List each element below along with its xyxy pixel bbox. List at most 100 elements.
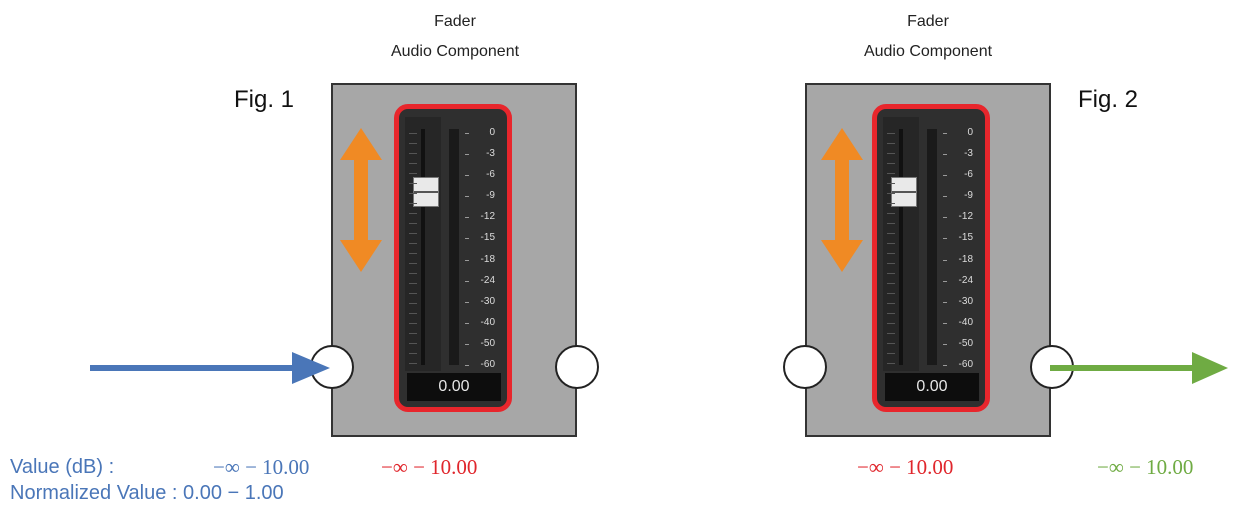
- track-tick: [409, 173, 417, 174]
- track-tick: [887, 133, 895, 134]
- track-tick: [409, 223, 417, 224]
- scale-label: -30: [480, 295, 495, 307]
- scale-label: -60: [480, 359, 495, 370]
- track-tick: [887, 183, 895, 184]
- scale-tick: [943, 133, 947, 134]
- scale-tick: [943, 196, 947, 198]
- scale-tick: [465, 343, 469, 345]
- track-tick: [409, 343, 417, 344]
- track-tick: [409, 193, 417, 194]
- track-tick: [887, 193, 895, 194]
- scale-tick: [465, 280, 469, 282]
- scale-label: -12: [480, 211, 495, 223]
- scale-tick: [943, 280, 947, 282]
- track-tick: [887, 273, 895, 274]
- fig1-subtitle: Audio Component: [390, 43, 520, 60]
- track-tick: [409, 243, 417, 244]
- track-tick: [887, 323, 895, 324]
- fig1-output-port[interactable]: [555, 345, 599, 389]
- track-tick: [409, 293, 417, 294]
- fig2-fader-knob-line: [892, 191, 916, 193]
- track-tick: [887, 203, 895, 204]
- fig2-level-meter: [927, 129, 937, 365]
- scale-tick: [465, 259, 469, 261]
- fig2-input-port[interactable]: [783, 345, 827, 389]
- fig2-fader-frame: 0 -3 -6 -9 -12 -15 -18 -24 -30 -40 -50 -60 0.00: [872, 104, 990, 412]
- scale-label: 0: [489, 127, 495, 138]
- fig1-drag-arrow-icon: [340, 128, 382, 272]
- fig2-value-display: 0.00: [885, 373, 979, 401]
- scale-label: -3: [486, 148, 495, 160]
- track-tick: [409, 213, 417, 214]
- track-tick: [409, 163, 417, 164]
- track-tick: [887, 213, 895, 214]
- scale-label: -24: [480, 274, 495, 286]
- scale-tick: [465, 217, 469, 219]
- scale-tick: [465, 175, 469, 177]
- fig2-title: Fader: [907, 13, 949, 30]
- track-tick: [409, 283, 417, 284]
- track-tick: [409, 313, 417, 314]
- scale-tick: [943, 322, 947, 324]
- track-tick: [887, 253, 895, 254]
- track-tick: [887, 223, 895, 224]
- scale-label: -9: [486, 190, 495, 202]
- scale-tick: [943, 259, 947, 261]
- scale-label: -6: [486, 169, 495, 181]
- track-tick: [887, 153, 895, 154]
- scale-label: -15: [958, 232, 973, 244]
- fig2-fader-range: −∞ − 10.00: [857, 455, 954, 479]
- track-tick: [887, 233, 895, 234]
- track-tick: [409, 133, 417, 134]
- fig1-fader-slot: [421, 129, 425, 365]
- scale-tick: [943, 301, 947, 303]
- scale-label: -50: [480, 337, 495, 349]
- scale-tick: [943, 217, 947, 219]
- track-tick: [887, 333, 895, 334]
- track-tick: [409, 203, 417, 204]
- fig1-label: Fig. 1: [234, 86, 295, 113]
- track-tick: [409, 333, 417, 334]
- track-tick: [887, 143, 895, 144]
- scale-label: -6: [964, 169, 973, 181]
- scale-label: -18: [958, 253, 973, 265]
- fig2-label: Fig. 2: [1078, 86, 1139, 113]
- fig1-fader-range: −∞ − 10.00: [381, 455, 478, 479]
- scale-label: -40: [958, 316, 973, 328]
- scale-label: -40: [480, 316, 495, 328]
- scale-tick: [943, 175, 947, 177]
- track-tick: [887, 283, 895, 284]
- fig1-value-display: 0.00: [407, 373, 501, 401]
- track-tick: [887, 363, 895, 364]
- scale-label: -18: [480, 253, 495, 265]
- scale-label: -15: [480, 232, 495, 244]
- scale-label: -50: [958, 337, 973, 349]
- fig1-scale: 0 -3 -6 -9 -12 -15 -18 -24 -30 -40 -50 -60: [461, 125, 501, 371]
- value-db-label: Value (dB) :: [10, 456, 115, 478]
- fig1-input-range: −∞ − 10.00: [213, 455, 310, 479]
- scale-tick: [465, 322, 469, 324]
- track-tick: [409, 183, 417, 184]
- fig2-subtitle: Audio Component: [863, 43, 993, 60]
- scale-tick: [465, 154, 469, 156]
- track-tick: [887, 303, 895, 304]
- scale-tick: [465, 238, 469, 240]
- track-tick: [409, 153, 417, 154]
- scale-label: 0: [967, 127, 973, 138]
- scale-tick: [465, 365, 469, 366]
- track-tick: [409, 273, 417, 274]
- track-tick: [887, 293, 895, 294]
- scale-tick: [465, 133, 469, 134]
- track-tick: [887, 173, 895, 174]
- scale-label: -30: [958, 295, 973, 307]
- fig2-fader-slot: [899, 129, 903, 365]
- track-tick: [887, 343, 895, 344]
- track-tick: [409, 263, 417, 264]
- scale-tick: [943, 154, 947, 156]
- scale-tick: [465, 196, 469, 198]
- scale-label: -24: [958, 274, 973, 286]
- fig1-title: Fader: [434, 13, 476, 30]
- fig2-output-arrow-icon: [1050, 352, 1228, 384]
- track-tick: [409, 323, 417, 324]
- normalized-value-label: Normalized Value : 0.00 − 1.00: [10, 482, 284, 504]
